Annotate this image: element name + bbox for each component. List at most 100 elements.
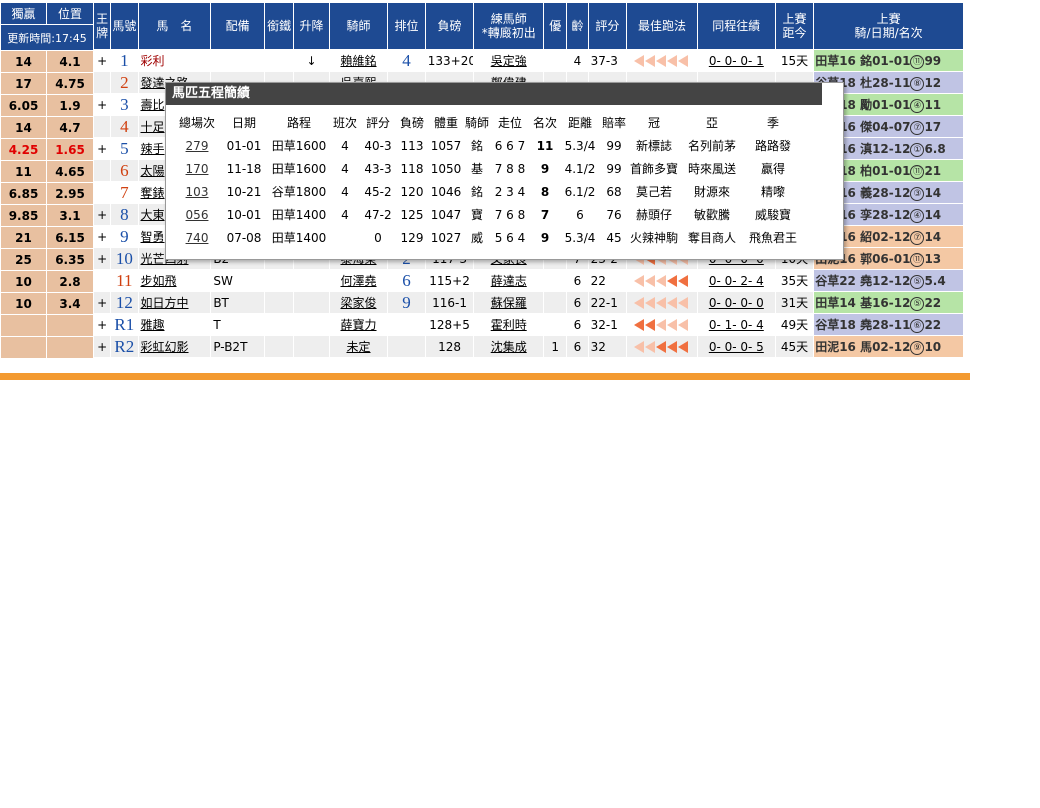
col-header-jockey[interactable]: 騎師 <box>328 2 389 50</box>
same-course-record-link[interactable]: 0- 1- 0- 4 <box>696 313 776 336</box>
style-triangle-icon <box>656 297 667 309</box>
horse-row[interactable]: +12 如日方中 BT 梁家俊 9 116-1 蘇保羅 6 22-1 0- 0- 0- 0 31天田… <box>92 291 964 314</box>
style-triangle-icon <box>645 341 656 353</box>
col-header-trainer[interactable]: 練馬師 *轉廄初出 <box>473 2 545 50</box>
horse-name-link[interactable]: 如日方中 <box>137 291 212 314</box>
win-odds: 4.25 <box>0 138 47 161</box>
same-course-record-link[interactable]: 0- 0- 2- 4 <box>696 269 776 292</box>
preference <box>543 313 568 336</box>
trainer-link[interactable]: 霍利時 <box>473 313 545 336</box>
history-third: 飛魚君王 <box>748 231 797 245</box>
rating: 32-1 <box>587 313 628 336</box>
col-header-last-race[interactable]: 上賽 騎/日期/名次 <box>813 2 964 50</box>
odds-row: 4.25 1.65 <box>0 138 94 161</box>
jockey-link[interactable]: 賴維銘 <box>328 49 389 72</box>
win-odds: 21 <box>0 226 47 249</box>
history-date: 10-01 <box>226 207 262 222</box>
history-jockey: 基 <box>470 162 483 176</box>
horse-row[interactable]: + R1 雅趣 T 薛寶力 128+5 霍利時 6 32-1 0- 1- 0- 4 49天 谷草18 … <box>92 313 964 336</box>
place-odds: 3.1 <box>46 204 94 227</box>
horse-name-link[interactable]: 彩虹幻影 <box>137 335 212 358</box>
last-race-info: 田草16 銘01-01 <box>815 54 911 68</box>
history-run: 7 6 8 <box>494 207 526 222</box>
col-header-horse-name[interactable]: 馬 名 <box>137 2 212 50</box>
same-course-record-link[interactable]: 0- 0- 0- 0 <box>696 291 776 314</box>
history-wt: 118 <box>400 161 424 176</box>
history-race[interactable]: 740 <box>174 226 220 249</box>
history-first: 首飾多寶 <box>629 162 678 176</box>
last-race[interactable]: 谷草22 堯12-12 ⑤ 5.4 <box>813 269 964 292</box>
col-header-days-since-last[interactable]: 上賽 距今 <box>774 2 815 50</box>
history-race[interactable]: 103 <box>174 180 220 203</box>
style-triangle-icon <box>678 55 689 67</box>
history-race[interactable]: 170 <box>174 157 220 180</box>
history-bw: 1050 <box>430 161 462 176</box>
col-header-draw[interactable]: 排位 <box>387 2 426 50</box>
col-header-gear[interactable]: 配備 <box>210 2 265 50</box>
horse-name-link[interactable]: 彩利 <box>137 49 212 72</box>
finish-position-icon: ⑦ <box>910 230 925 245</box>
jockey-link[interactable]: 梁家俊 <box>328 291 389 314</box>
trainer-link[interactable]: 蘇保羅 <box>473 291 545 314</box>
col-header-rating[interactable]: 評分 <box>587 2 628 50</box>
place-odds: 2.95 <box>46 182 94 205</box>
odds-row: 6.05 1.9 <box>0 94 94 117</box>
win-odds <box>0 336 47 359</box>
preference: 1 <box>543 335 568 358</box>
horse-name-link[interactable]: 雅趣 <box>137 313 212 336</box>
history-wt: 125 <box>400 207 424 222</box>
style-triangle-icon <box>678 319 689 331</box>
last-race[interactable]: 田草16 銘01-01 ⑪ 99 <box>813 49 964 72</box>
age: 6 <box>566 269 589 292</box>
col-header-best-style[interactable]: 最佳跑法 <box>626 2 698 50</box>
last-race[interactable]: 田泥16 馬02-12 ⑨ 10 <box>813 335 964 358</box>
jockey-link[interactable]: 未定 <box>328 335 389 358</box>
jockey-link[interactable]: 薛寶力 <box>328 313 389 336</box>
odds-row: 17 4.75 <box>0 72 94 95</box>
rating-change <box>293 269 330 292</box>
age: 6 <box>566 291 589 314</box>
popup-col-header: 負磅 <box>399 116 424 130</box>
horse-number: 12 <box>110 291 139 314</box>
same-course-record-link[interactable]: 0- 0- 0- 5 <box>696 335 776 358</box>
ace-mark: + <box>92 313 112 336</box>
weight: 128+5 <box>424 313 475 336</box>
win-odds: 10 <box>0 270 47 293</box>
col-header-weight[interactable]: 負磅 <box>424 2 475 50</box>
trainer-link[interactable]: 吳定強 <box>473 49 545 72</box>
col-header-preference[interactable]: 優 <box>543 2 568 50</box>
ace-mark: + <box>92 203 112 226</box>
col-header-horse-no[interactable]: 馬號 <box>110 2 139 50</box>
trainer-link[interactable]: 沈集成 <box>473 335 545 358</box>
history-race[interactable]: 279 <box>174 134 220 157</box>
horse-name-link[interactable]: 步如飛 <box>137 269 212 292</box>
horse-number: 11 <box>110 269 139 292</box>
col-header-age[interactable]: 齡 <box>566 2 589 50</box>
jockey-link[interactable]: 何澤堯 <box>328 269 389 292</box>
rating-change: ↓ <box>293 49 330 72</box>
history-jockey: 寶 <box>470 208 483 222</box>
preference <box>543 49 568 72</box>
history-odds: 99 <box>606 161 622 176</box>
history-course: 田草1600 <box>271 139 327 153</box>
trainer-link[interactable]: 薛達志 <box>473 269 545 292</box>
col-header-ace[interactable]: 王牌 <box>92 2 112 50</box>
draw-number <box>387 313 426 336</box>
last-race[interactable]: 田草14 基16-12 ⑤ 22 <box>813 291 964 314</box>
horse-row[interactable]: 11 步如飛 SW 何澤堯 6 115+2 薛達志 6 22 0- 0- 2- 4 35天 谷草22 … <box>92 269 964 292</box>
col-header-rating-change[interactable]: 升降 <box>293 2 330 50</box>
best-style <box>626 291 698 314</box>
weight: 116-1 <box>424 291 475 314</box>
history-race[interactable]: 056 <box>174 203 220 226</box>
last-race[interactable]: 谷草18 堯28-11 ⑥ 22 <box>813 313 964 336</box>
col-header-same-course-record[interactable]: 同程往績 <box>696 2 776 50</box>
same-course-record-link[interactable]: 0- 0- 0- 1 <box>696 49 776 72</box>
draw-number: 6 <box>387 269 426 292</box>
col-header-bit[interactable]: 銜鐵 <box>263 2 295 50</box>
horse-row[interactable]: + R2 彩虹幻影 P-B2T 未定 128 沈集成 1 6 32 0- 0- 0- 5 45天 田泥1… <box>92 335 964 358</box>
horse-row[interactable]: +1 彩利 ↓ 賴維銘 4 133+20 吳定強 4 37-3 0- 0- 0- 1 15天 田草16… <box>92 49 964 72</box>
finish-position-icon: ⑥ <box>910 318 925 333</box>
history-rating: 43-3 <box>364 161 392 176</box>
history-bw: 1027 <box>430 230 462 245</box>
last-race-odds: 13 <box>924 252 942 266</box>
